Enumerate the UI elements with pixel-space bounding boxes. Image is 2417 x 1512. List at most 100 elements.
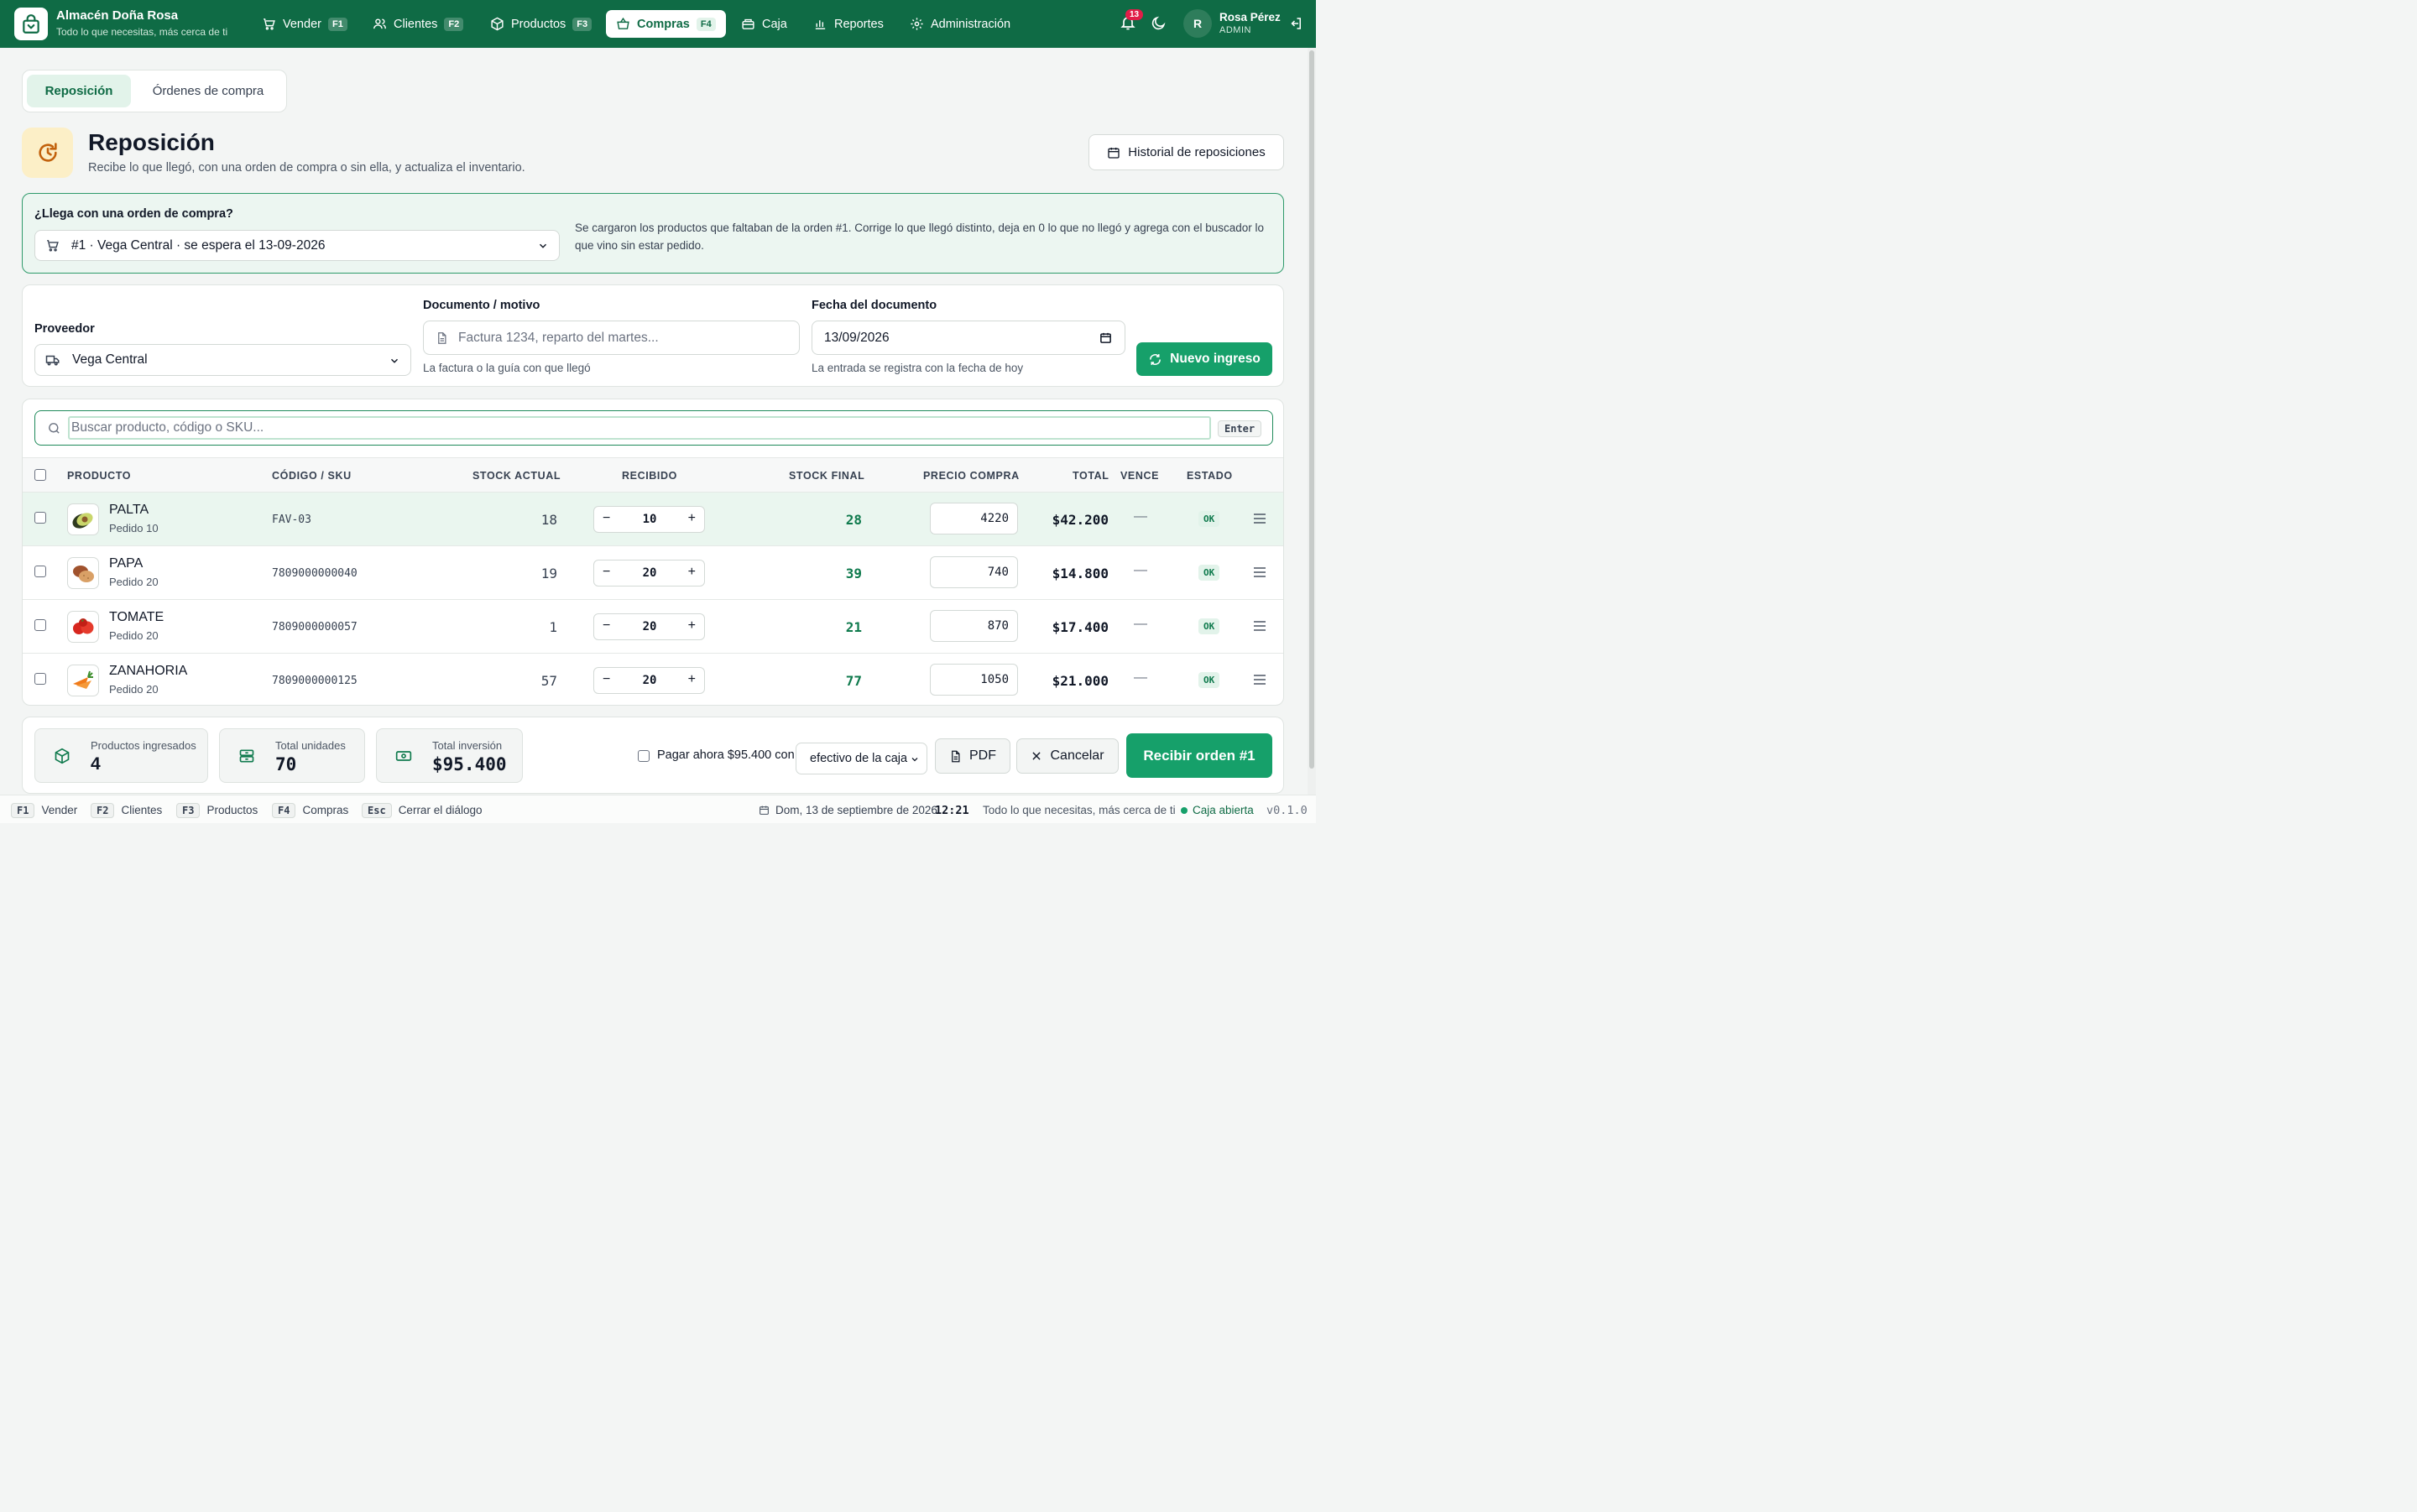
increment-button[interactable]: +	[688, 618, 696, 633]
nav-vender[interactable]: Vender F1	[252, 10, 358, 38]
document-field[interactable]	[423, 321, 800, 355]
status-time: 12:21	[935, 804, 969, 817]
receive-order-button[interactable]: Recibir orden #1	[1126, 733, 1272, 778]
table-row[interactable]: ZANAHORIA Pedido 20 7809000000125 57 − 2…	[23, 654, 1283, 705]
decrement-button[interactable]: −	[603, 565, 610, 580]
received-stepper[interactable]: − 20 +	[593, 613, 705, 640]
nav-compras-label: Compras	[637, 17, 690, 31]
document-input[interactable]	[458, 330, 799, 346]
shortcut-compras[interactable]: F4 Compras	[272, 803, 349, 818]
row-checkbox[interactable]	[34, 673, 46, 685]
stock-current: 19	[540, 566, 557, 581]
shortcut-key: F2	[91, 803, 115, 818]
received-value[interactable]: 20	[624, 566, 675, 580]
nav-reportes[interactable]: Reportes	[803, 10, 894, 38]
pdf-button[interactable]: PDF	[935, 738, 1010, 774]
received-value[interactable]: 20	[624, 674, 675, 687]
tab-reposicion[interactable]: Reposición	[27, 75, 131, 107]
received-stepper[interactable]: − 20 +	[593, 560, 705, 587]
product-sku: FAV-03	[272, 514, 311, 526]
calendar-icon	[1108, 147, 1120, 159]
avocado-icon	[67, 503, 99, 535]
purchase-price-input[interactable]: 4220	[930, 503, 1018, 534]
nav-compras[interactable]: Compras F4	[606, 10, 726, 38]
decrement-button[interactable]: −	[603, 618, 610, 633]
column-product: PRODUCTO	[67, 470, 132, 482]
purchase-price-input[interactable]: 740	[930, 556, 1018, 588]
logout-icon[interactable]	[1288, 16, 1303, 31]
row-checkbox[interactable]	[34, 512, 46, 524]
drag-handle-icon[interactable]	[1253, 674, 1266, 686]
row-checkbox[interactable]	[34, 566, 46, 577]
history-button[interactable]: Historial de reposiciones	[1088, 134, 1284, 170]
table-row[interactable]: PALTA Pedido 10 FAV-03 18 − 10 + 28 4220…	[23, 493, 1283, 546]
tab-ordenes-de-compra[interactable]: Órdenes de compra	[138, 75, 278, 107]
nav-clientes[interactable]: Clientes F2	[363, 10, 473, 38]
nav-administracion[interactable]: Administración	[900, 10, 1021, 38]
cart-icon	[47, 240, 59, 252]
increment-button[interactable]: +	[688, 511, 696, 526]
table-header: PRODUCTO CÓDIGO / SKU STOCK ACTUAL RECIB…	[23, 457, 1283, 493]
cancel-button-label: Cancelar	[1050, 748, 1104, 763]
moon-icon[interactable]	[1151, 15, 1167, 31]
avatar[interactable]: R	[1183, 9, 1212, 38]
document-label: Documento / motivo	[423, 299, 540, 312]
register-icon	[742, 18, 754, 29]
shortcut-key: Esc	[362, 803, 392, 818]
column-stock: STOCK ACTUAL	[472, 470, 561, 482]
search-input[interactable]	[71, 420, 1209, 435]
supplier-select[interactable]: Vega Central	[34, 344, 411, 376]
stock-final: 21	[845, 619, 862, 635]
select-all-checkbox[interactable]	[34, 469, 46, 481]
shortcut-label: Compras	[302, 804, 349, 816]
box-icon	[491, 17, 504, 31]
nav-vender-label: Vender	[283, 17, 321, 31]
nav-vender-shortcut: F1	[327, 17, 347, 31]
nav-caja[interactable]: Caja	[731, 10, 797, 38]
column-final: STOCK FINAL	[789, 470, 865, 482]
payment-method-select[interactable]: efectivo de la caja	[796, 743, 927, 774]
new-receipt-button[interactable]: Nuevo ingreso	[1136, 342, 1272, 376]
received-value[interactable]: 10	[624, 513, 675, 526]
product-sku: 7809000000040	[272, 567, 358, 580]
product-search[interactable]: Enter	[34, 410, 1273, 446]
shortcut-clientes[interactable]: F2 Clientes	[91, 803, 162, 818]
register-status-dot	[1181, 807, 1188, 814]
table-row[interactable]: PAPA Pedido 20 7809000000040 19 − 20 + 3…	[23, 546, 1283, 600]
increment-button[interactable]: +	[688, 565, 696, 580]
purchase-price-input[interactable]: 1050	[930, 664, 1018, 696]
status-badge: OK	[1198, 511, 1220, 527]
stat-units-value: 70	[275, 754, 297, 774]
status-badge: OK	[1198, 672, 1220, 688]
drag-handle-icon[interactable]	[1253, 620, 1266, 632]
row-checkbox[interactable]	[34, 619, 46, 631]
page-subtitle: Recibe lo que llegó, con una orden de co…	[88, 161, 525, 175]
purchase-price-input[interactable]: 870	[930, 610, 1018, 642]
order-select[interactable]: #1 · Vega Central · se espera el 13-09-2…	[34, 230, 560, 261]
nav-clientes-label: Clientes	[394, 17, 438, 31]
received-stepper[interactable]: − 10 +	[593, 506, 705, 533]
date-field[interactable]: 13/09/2026	[812, 321, 1125, 355]
decrement-button[interactable]: −	[603, 511, 610, 526]
status-date: Dom, 13 de septiembre de 2026	[775, 804, 937, 816]
shortcut-esc[interactable]: Esc Cerrar el diálogo	[362, 803, 483, 818]
decrement-button[interactable]: −	[603, 672, 610, 687]
product-sku: 7809000000057	[272, 621, 358, 633]
document-help: La factura o la guía con que llegó	[423, 362, 591, 374]
status-badge: OK	[1198, 618, 1220, 634]
table-row[interactable]: TOMATE Pedido 20 7809000000057 1 − 20 + …	[23, 600, 1283, 654]
shortcut-key: F3	[176, 803, 201, 818]
shortcut-productos[interactable]: F3 Productos	[176, 803, 258, 818]
pay-now-checkbox[interactable]	[638, 750, 650, 762]
drag-handle-icon[interactable]	[1253, 566, 1266, 578]
cancel-button[interactable]: Cancelar	[1016, 738, 1119, 774]
received-stepper[interactable]: − 20 +	[593, 667, 705, 694]
increment-button[interactable]: +	[688, 672, 696, 687]
app-name: Almacén Doña Rosa	[56, 8, 179, 23]
shortcut-vender[interactable]: F1 Vender	[11, 803, 77, 818]
column-received: RECIBIDO	[622, 470, 677, 482]
received-value[interactable]: 20	[624, 620, 675, 633]
nav-productos[interactable]: Productos F3	[480, 10, 602, 38]
scrollbar-thumb[interactable]	[1309, 50, 1314, 769]
drag-handle-icon[interactable]	[1253, 513, 1266, 524]
